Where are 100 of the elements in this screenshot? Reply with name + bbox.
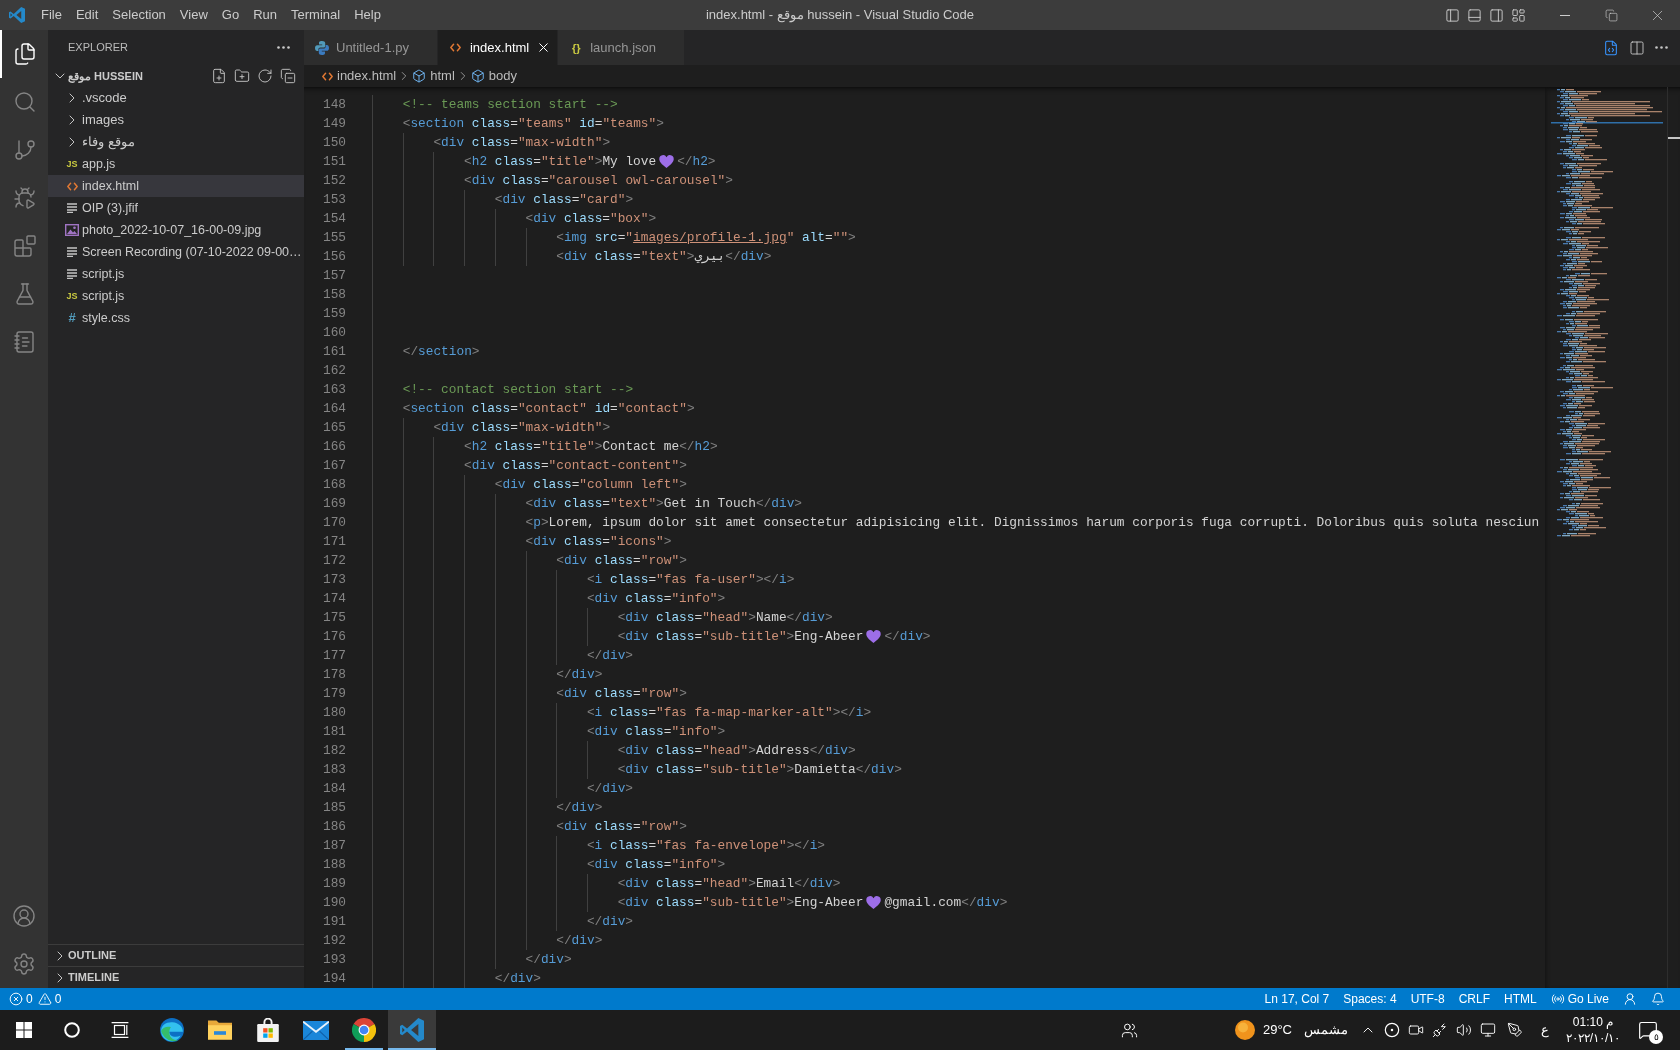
code-line: <div class="box"> <box>525 210 657 228</box>
code-line: <div class="info"> <box>586 723 726 741</box>
breadcrumb-item[interactable]: html <box>412 66 455 86</box>
code-line: <p>Lorem, ipsum dolor sit amet consectetur adipisicing elit. Dignissimos harum corporis fuga corrupti. Doloribus quis soluta nesciun <box>525 514 1540 532</box>
workspace-header[interactable]: موقع HUSSEIN <box>52 65 143 87</box>
user-icon <box>12 904 36 928</box>
plug-icon <box>1432 1022 1448 1038</box>
editor-tab[interactable]: Untitled-1.py <box>304 30 438 65</box>
status-bar-item[interactable]: HTML <box>1496 988 1544 1010</box>
more-actions-button[interactable] <box>1655 46 1668 49</box>
folder-item[interactable]: موقع وفاء <box>48 131 304 153</box>
code-line: </div> <box>884 628 931 646</box>
line-number: 188 <box>322 856 346 874</box>
section-header[interactable]: OUTLINE <box>48 944 304 966</box>
status-bar-item[interactable]: UTF-8 <box>1403 988 1452 1010</box>
explorer-entry[interactable]: JS app.js <box>48 153 304 175</box>
panel-bottom-icon <box>1466 7 1482 23</box>
menu-item[interactable]: Go <box>214 4 247 26</box>
line-number: 183 <box>322 761 346 779</box>
more-actions-button[interactable] <box>277 46 290 49</box>
action-center-button[interactable]: ٥ <box>1626 1010 1670 1050</box>
code-line: </div> <box>556 932 603 950</box>
code-line: <div class="column left"> <box>494 476 687 494</box>
more-icon <box>1655 46 1668 49</box>
line-number: 172 <box>322 552 346 570</box>
code-line: <i class="fas fa-map-marker-alt"></i> <box>586 704 872 722</box>
menu-item[interactable]: Terminal <box>284 4 348 26</box>
line-number: 174 <box>322 590 346 608</box>
sidebar-title: EXPLORER <box>68 40 128 56</box>
vscode-logo-icon <box>400 1018 424 1042</box>
code-line: <!-- teams section start --> <box>402 96 618 114</box>
edge-logo-icon <box>160 1018 184 1042</box>
record-icon <box>1384 1022 1400 1038</box>
line-number: 170 <box>322 514 346 532</box>
explorer-entry[interactable]: Screen Recording (07-10-2022 09-00… <box>48 241 304 263</box>
scrollbar[interactable] <box>1667 87 1680 988</box>
line-number: 192 <box>322 932 346 950</box>
menu-item[interactable]: View <box>172 4 215 26</box>
split-editor-button[interactable] <box>1629 39 1645 56</box>
volume-icon <box>1456 1022 1472 1038</box>
folder-item[interactable]: images <box>48 109 304 131</box>
new-folder-button[interactable] <box>234 68 250 84</box>
breadcrumb-item[interactable]: body <box>470 66 517 86</box>
code-line: @gmail.com</div> <box>884 894 1008 912</box>
code-line: </div> <box>494 970 541 988</box>
folder-item[interactable]: .vscode <box>48 87 304 109</box>
collapse-all-button[interactable] <box>280 68 296 84</box>
clock-button[interactable]: 01:10 م ٢٠٢٢/١٠/١٠ <box>1560 1010 1626 1050</box>
explorer-entry[interactable]: index.html <box>48 175 304 197</box>
code-line: <div class="icons"> <box>525 533 672 551</box>
line-number: 158 <box>322 286 346 304</box>
problems-button[interactable]: 0 0 <box>0 988 68 1010</box>
status-bar-item[interactable]: CRLF <box>1451 988 1497 1010</box>
line-number: 153 <box>322 191 346 209</box>
collapse-icon <box>280 68 296 84</box>
error-icon <box>9 992 23 1006</box>
monitor-icon <box>1480 1022 1496 1038</box>
line-number: 148 <box>322 96 346 114</box>
line-number: 149 <box>322 115 346 133</box>
warning-icon <box>37 992 52 1006</box>
status-bar-item[interactable]: Spaces: 4 <box>1336 988 1404 1010</box>
envelope-icon <box>303 1020 329 1040</box>
line-number: 176 <box>322 628 346 646</box>
line-number: 193 <box>322 951 346 969</box>
line-number: 177 <box>322 647 346 665</box>
new-file-button[interactable] <box>211 68 227 84</box>
menu-item[interactable]: Edit <box>68 4 106 26</box>
explorer-entry[interactable]: script.js <box>48 263 304 285</box>
explorer-entry[interactable]: photo_2022-10-07_16-00-09.jpg <box>48 219 304 241</box>
open-preview-button[interactable] <box>1603 39 1619 56</box>
code-line: <div class="max-width"> <box>433 134 611 152</box>
menu-item[interactable]: File <box>34 4 69 26</box>
app-logo-icon <box>9 7 25 23</box>
code-line: </div> <box>556 666 603 684</box>
line-number: 175 <box>322 609 346 627</box>
editor-tab[interactable]: {} launch.json <box>558 30 685 65</box>
explorer-entry[interactable]: # style.css <box>48 307 304 329</box>
code-line: <div class="info"> <box>586 590 726 608</box>
code-line: <div class="card"> <box>494 191 634 209</box>
people-icon <box>1121 1021 1139 1039</box>
code-line: <div class="row"> <box>556 685 687 703</box>
line-number: 180 <box>322 704 346 722</box>
code-line: <i class="fas fa-envelope"></i> <box>586 837 826 855</box>
breadcrumb-item[interactable]: index.html <box>322 66 397 86</box>
editor-tab[interactable]: index.html <box>438 30 559 65</box>
code-line: <div class="carousel owl-carousel"> <box>464 172 733 190</box>
status-bar-item[interactable]: Ln 17, Col 7 <box>1257 988 1337 1010</box>
refresh-button[interactable] <box>257 68 273 84</box>
code-line: </section> <box>402 343 480 361</box>
code-line: <div class="head">Email</div> <box>617 875 841 893</box>
explorer-entry[interactable]: JS script.js <box>48 285 304 307</box>
go-live-button[interactable]: Go Live <box>1543 988 1616 1010</box>
line-number: 155 <box>322 229 346 247</box>
explorer-entry[interactable]: OIP (3).jfif <box>48 197 304 219</box>
file-plus-icon <box>211 68 227 84</box>
minimap[interactable] <box>1551 89 1663 537</box>
menu-item[interactable]: Selection <box>105 4 173 26</box>
input-language-button[interactable]: ع <box>1530 1010 1560 1050</box>
menu-item[interactable]: Help <box>347 4 388 26</box>
menu-item[interactable]: Run <box>246 4 284 26</box>
